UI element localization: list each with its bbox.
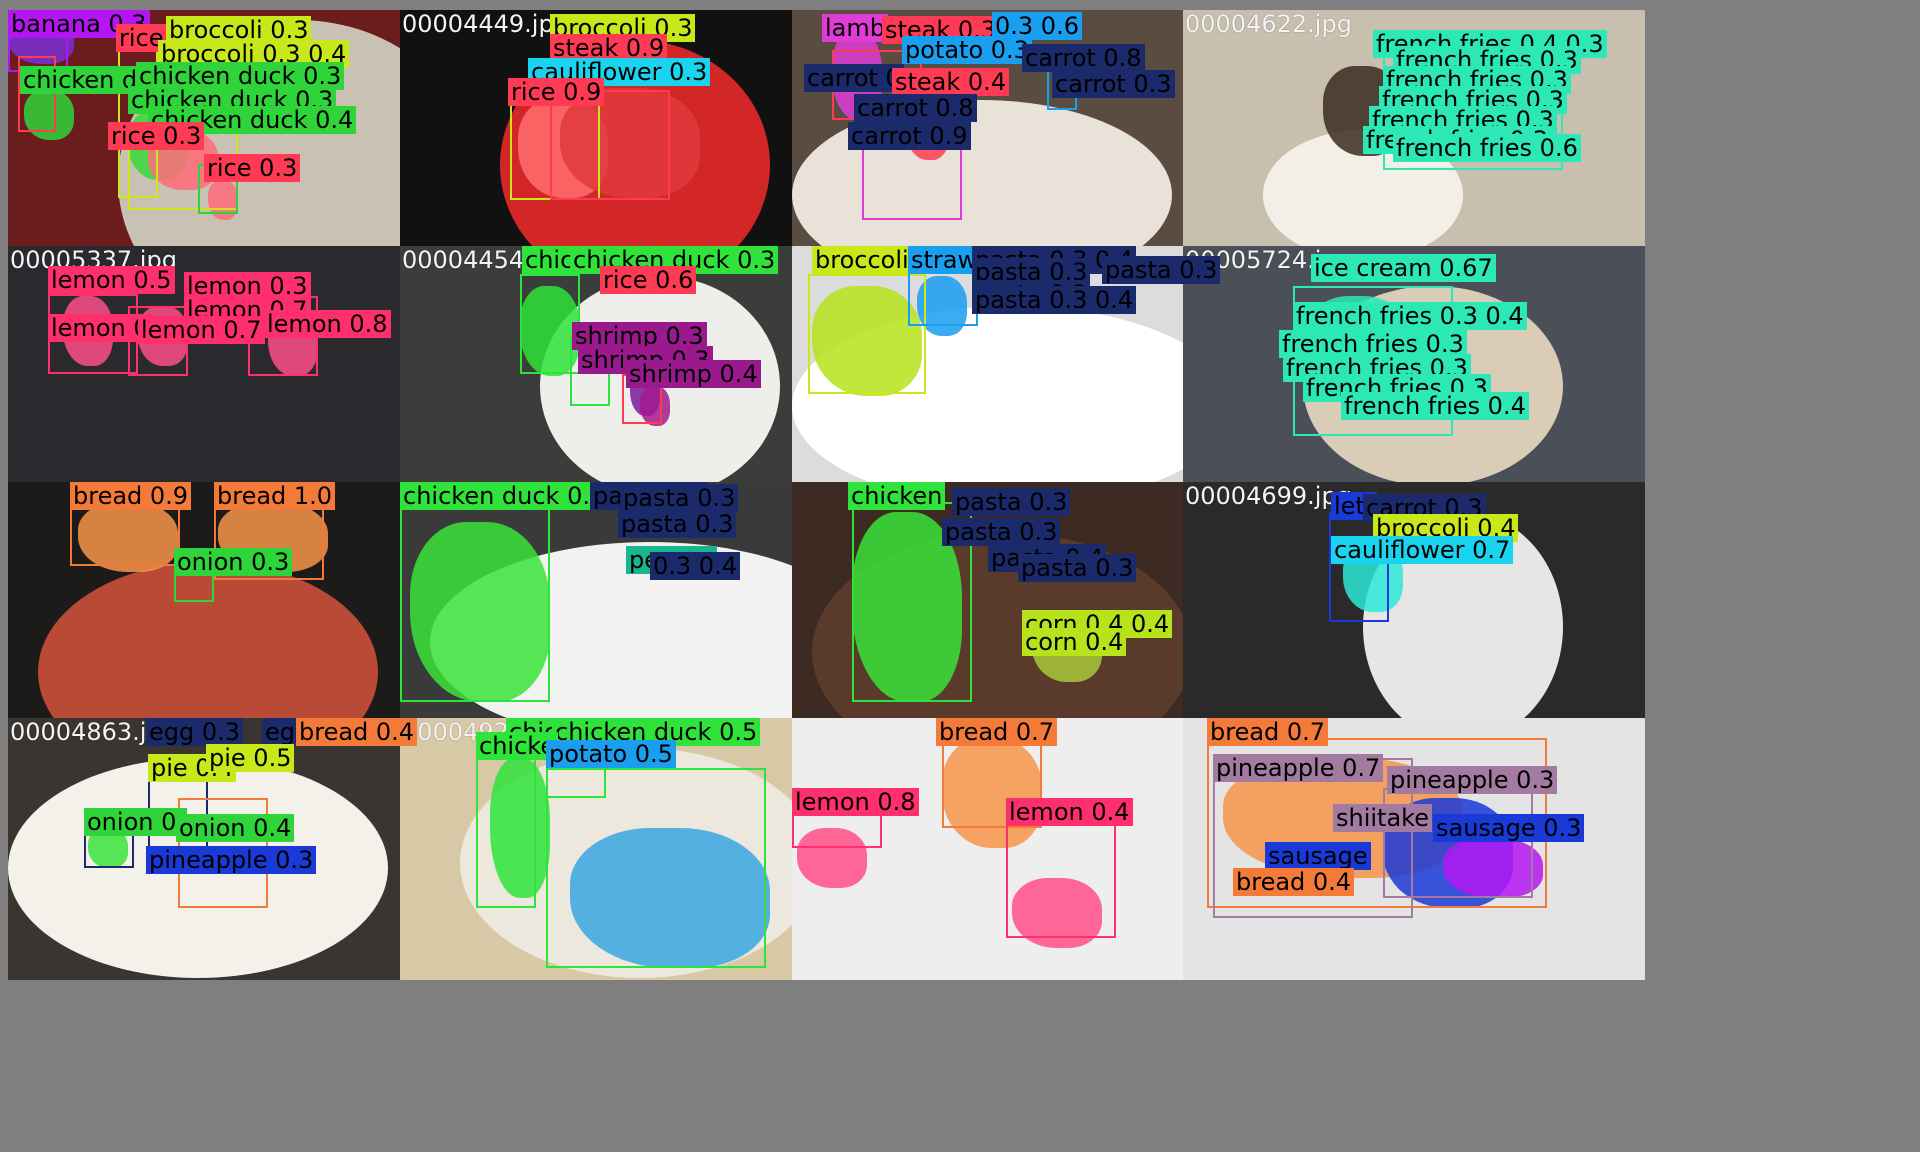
detection-label: carrot 0.9 [848,122,971,150]
detection-label: cauliflower 0.7 [1331,536,1514,564]
detection-label: french fries 0.3 0.4 [1293,302,1527,330]
detection-label: lemon 0.8 [264,310,391,338]
detection-label: lemon 0.5 [48,266,175,294]
bounding-box [546,768,766,968]
image-filename: 00004699.jpg [1185,482,1352,510]
detection-label: rice 0.9 [508,78,605,106]
bounding-box [550,90,670,200]
detection-label: carrot 0.3 [1052,70,1175,98]
detection-label: pineapple 0.7 [1213,754,1384,782]
detection-label: bread 1.0 [214,482,336,510]
detection-label: pasta 0.3 [618,510,737,538]
detection-label: pasta 0.3 [942,518,1061,546]
detection-label: pie 0.5 [206,744,295,772]
detection-label: sausage [1265,842,1371,870]
detection-label: french fries 0.6 [1393,134,1581,162]
detection-label: onion 0.3 [174,548,293,576]
detection-label: corn 0.4 [1022,628,1127,656]
detection-label: french fries 0.4 [1341,392,1529,420]
detection-label: bread 0.7 [936,718,1058,746]
detection-label: lamb [822,14,888,42]
detection-label: bread 0.9 [70,482,192,510]
detection-tile: bread 0.7 pineapple 0.7 pineapple 0.3 shiit… [1183,718,1645,980]
bounding-box [908,266,978,326]
detection-label: pasta 0.3 [1102,256,1221,284]
detection-label: potato 0.5 [546,740,676,768]
detection-label: onion 0.4 [176,814,295,842]
detection-label: egg 0.3 [146,718,244,746]
detection-label: rice 0.3 [204,154,301,182]
detection-label: rice 0.3 [108,122,205,150]
image-filename: 00004449.jpg [402,10,569,38]
detection-label: ice cream 0.67 [1311,254,1496,282]
detection-label: potato 0.3 [902,36,1032,64]
detection-label: carrot 0.8 [1022,44,1145,72]
detection-label: pasta 0.3 [1018,554,1137,582]
detection-label: lemon 0 [48,314,152,342]
detection-label: pineapple 0.3 [146,846,317,874]
detection-label: pasta 0.3 [952,488,1071,516]
detection-label: carrot 0 [804,64,904,92]
detection-label: sausage 0.3 [1433,814,1585,842]
detection-tile: 00004622.jpg french fries 0.4 0.3 french f… [1183,10,1645,272]
detection-label: chicken [848,482,946,510]
detection-label: lemon 0.7 [138,316,265,344]
image-filename: 00004622.jpg [1185,10,1352,38]
detection-label: bread 0.4 [1233,868,1355,896]
bounding-box [400,492,550,702]
detection-label: bread 0.4 [296,718,418,746]
detection-label: pineapple 0.3 [1387,766,1558,794]
detection-tile: 00004699.jpg lett carrot 0.3 broccoli 0.4 ca… [1183,482,1645,744]
detection-label: onion 0. [84,808,187,836]
detection-label: shiitake [1333,804,1432,832]
detection-label: steak 0.4 [892,68,1010,96]
detection-label: pasta 0.3 [620,484,739,512]
detection-tile: 00005724.jpg ice cream 0.67 french fries 0… [1183,246,1645,508]
detection-label: lemon 0.8 [792,788,919,816]
detection-label: chicken duck 0.9 [400,482,609,510]
detection-label: 0.3 0.4 [650,552,740,580]
detection-label: lemon 0.4 [1006,798,1133,826]
detection-label: bread 0.7 [1207,718,1329,746]
bounding-box [476,738,536,908]
detection-label: rice 0.6 [600,266,697,294]
detection-label: shrimp 0.4 [626,360,761,388]
detection-label: carrot 0.8 [854,94,977,122]
detection-label: pasta 0.3 0.4 [972,286,1137,314]
